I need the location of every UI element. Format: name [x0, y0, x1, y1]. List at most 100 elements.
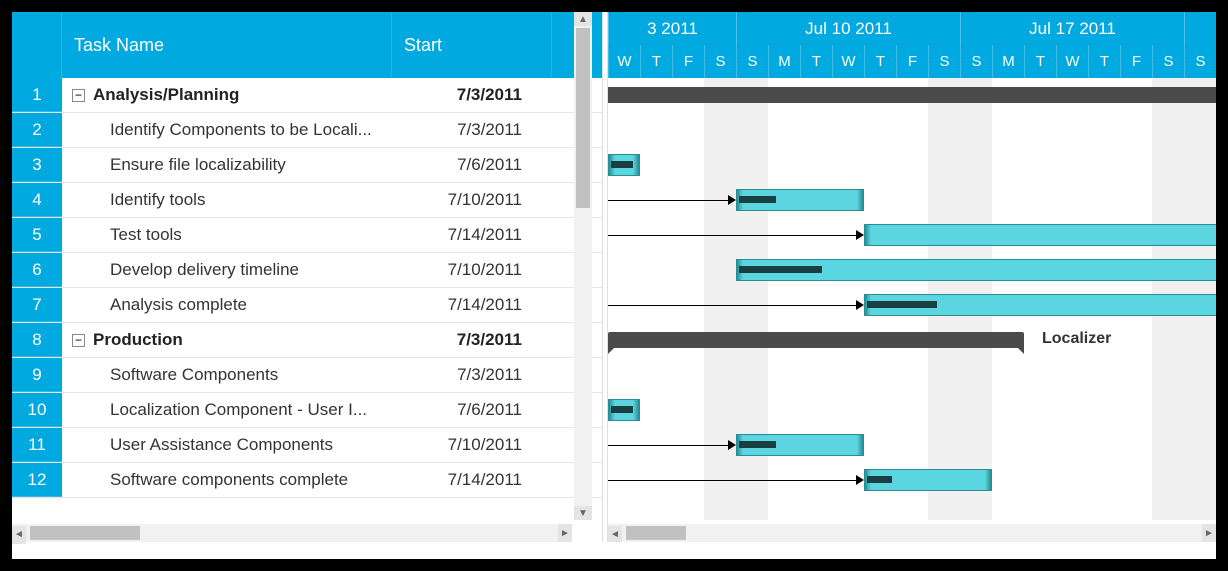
gantt-app: Task Name Start 1Analysis/Planning7/3/20… — [12, 12, 1216, 559]
grid-header: Task Name Start — [12, 12, 602, 78]
row-id: 2 — [12, 113, 62, 147]
grid-hscrollbar[interactable]: ◄ ► — [12, 524, 572, 542]
grid-vscrollbar[interactable]: ▲ ▼ — [574, 12, 592, 520]
task-start: 7/10/2011 — [392, 260, 552, 280]
table-row[interactable]: 7Analysis complete7/14/2011 — [12, 288, 602, 323]
row-id: 12 — [12, 463, 62, 497]
task-name: Develop delivery timeline — [110, 260, 299, 280]
dependency-link — [608, 305, 862, 306]
row-id: 9 — [12, 358, 62, 392]
task-name-cell: Localization Component - User I... — [62, 400, 392, 420]
task-bar[interactable] — [736, 259, 1216, 281]
scroll-up-icon[interactable]: ▲ — [574, 12, 592, 26]
table-row[interactable]: 5Test tools7/14/2011 — [12, 218, 602, 253]
column-header-id[interactable] — [12, 12, 62, 78]
scroll-left-icon[interactable]: ◄ — [12, 526, 26, 544]
scroll-right-icon[interactable]: ► — [558, 524, 572, 542]
day-header[interactable]: T — [864, 45, 896, 78]
row-id: 6 — [12, 253, 62, 287]
task-bar[interactable] — [864, 224, 1216, 246]
table-row[interactable]: 6 Develop delivery timeline 7/10/2011 — [12, 253, 602, 288]
task-name: Software Components — [110, 365, 278, 385]
gantt-body[interactable]: Localizer — [608, 78, 1216, 520]
scroll-left-icon[interactable]: ◄ — [608, 526, 622, 543]
bar-label: Localizer — [1042, 330, 1111, 348]
arrow-right-icon — [856, 230, 864, 240]
week-header[interactable]: Jul 10 2011 — [736, 12, 960, 45]
scroll-thumb[interactable] — [30, 526, 140, 540]
gantt-hscrollbar[interactable]: ◄ ► — [608, 524, 1216, 542]
task-bar[interactable] — [736, 434, 864, 456]
day-header[interactable]: S — [1184, 45, 1216, 78]
day-header[interactable]: T — [1024, 45, 1056, 78]
day-header[interactable]: F — [896, 45, 928, 78]
task-start: 7/6/2011 — [392, 155, 552, 175]
task-bar[interactable] — [608, 154, 640, 176]
task-start: 7/3/2011 — [392, 330, 552, 350]
table-row[interactable]: 4Identify tools7/10/2011 — [12, 183, 602, 218]
row-id: 7 — [12, 288, 62, 322]
day-header[interactable]: S — [960, 45, 992, 78]
task-start: 7/14/2011 — [392, 470, 552, 490]
dependency-link — [608, 200, 734, 201]
row-id: 11 — [12, 428, 62, 462]
task-bar[interactable] — [608, 399, 640, 421]
week-header[interactable]: Jul 17 2011 — [960, 12, 1184, 45]
day-header[interactable]: T — [640, 45, 672, 78]
grid-body: 1Analysis/Planning7/3/20112Identify Comp… — [12, 78, 602, 498]
row-id: 5 — [12, 218, 62, 252]
day-header[interactable]: M — [768, 45, 800, 78]
task-name: Ensure file localizability — [110, 155, 286, 175]
day-header[interactable]: S — [1152, 45, 1184, 78]
table-row[interactable]: 10Localization Component - User I...7/6/… — [12, 393, 602, 428]
day-header[interactable]: T — [1088, 45, 1120, 78]
table-row[interactable]: 2Identify Components to be Locali...7/3/… — [12, 113, 602, 148]
week-header[interactable] — [1184, 12, 1216, 45]
task-start: 7/10/2011 — [392, 435, 552, 455]
column-header-start[interactable]: Start — [392, 12, 552, 78]
collapse-icon[interactable] — [72, 89, 85, 102]
column-header-name[interactable]: Task Name — [62, 12, 392, 78]
scroll-thumb[interactable] — [576, 28, 590, 208]
scroll-thumb[interactable] — [626, 526, 686, 540]
timeline-header: 3 2011Jul 10 2011Jul 17 2011 WTFSSMTWTFS… — [608, 12, 1216, 78]
task-name-cell: Analysis/Planning — [62, 85, 392, 105]
dependency-link — [608, 480, 862, 481]
table-row[interactable]: 8Production7/3/2011 — [12, 323, 602, 358]
day-header[interactable]: T — [800, 45, 832, 78]
summary-bar[interactable] — [608, 87, 1216, 103]
task-name: Analysis/Planning — [93, 85, 239, 105]
task-name-cell: Analysis complete — [62, 295, 392, 315]
task-bar[interactable] — [736, 189, 864, 211]
scroll-down-icon[interactable]: ▼ — [574, 506, 592, 520]
day-header[interactable]: W — [608, 45, 640, 78]
day-header[interactable]: F — [672, 45, 704, 78]
task-bar[interactable] — [864, 469, 992, 491]
day-header[interactable]: S — [928, 45, 960, 78]
week-header[interactable]: 3 2011 — [608, 12, 736, 45]
task-name-cell: Identify Components to be Locali... — [62, 120, 392, 140]
table-row[interactable]: 1Analysis/Planning7/3/2011 — [12, 78, 602, 113]
task-name-cell: Software components complete — [62, 470, 392, 490]
day-header[interactable]: M — [992, 45, 1024, 78]
task-start: 7/10/2011 — [392, 190, 552, 210]
day-header[interactable]: W — [1056, 45, 1088, 78]
row-id: 8 — [12, 323, 62, 357]
table-row[interactable]: 11User Assistance Components7/10/2011 — [12, 428, 602, 463]
table-row[interactable]: 3Ensure file localizability7/6/2011 — [12, 148, 602, 183]
task-start: 7/3/2011 — [392, 365, 552, 385]
task-start: 7/3/2011 — [392, 85, 552, 105]
summary-bar[interactable] — [608, 332, 1024, 348]
table-row[interactable]: 12Software components complete7/14/2011 — [12, 463, 602, 498]
day-header[interactable]: S — [704, 45, 736, 78]
day-header[interactable]: W — [832, 45, 864, 78]
arrow-right-icon — [856, 300, 864, 310]
task-bar[interactable] — [864, 294, 1216, 316]
table-row[interactable]: 9 Software Components 7/3/2011 — [12, 358, 602, 393]
arrow-right-icon — [728, 195, 736, 205]
task-start: 7/14/2011 — [392, 225, 552, 245]
scroll-right-icon[interactable]: ► — [1202, 524, 1216, 542]
day-header[interactable]: S — [736, 45, 768, 78]
day-header[interactable]: F — [1120, 45, 1152, 78]
collapse-icon[interactable] — [72, 334, 85, 347]
